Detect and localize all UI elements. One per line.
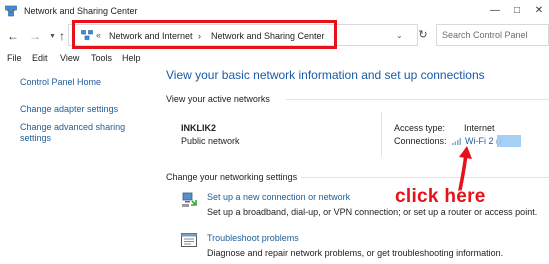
- refresh-icon[interactable]: ↻: [412, 24, 434, 46]
- up-arrow-icon[interactable]: ↑: [59, 29, 65, 43]
- annotation-click-here: click here: [395, 186, 486, 207]
- recent-locations-icon[interactable]: ▼: [49, 33, 56, 40]
- troubleshoot-problems-description: Diagnose and repair network problems, or…: [207, 248, 504, 258]
- section-label-change-settings: Change your networking settings: [166, 172, 298, 182]
- access-type-value: Internet: [464, 123, 495, 133]
- troubleshoot-problems-link[interactable]: Troubleshoot problems: [207, 233, 299, 243]
- menu-tools[interactable]: Tools: [91, 53, 112, 63]
- menu-view[interactable]: View: [60, 53, 79, 63]
- connections-label: Connections:: [394, 136, 447, 146]
- search-input[interactable]: [442, 26, 542, 44]
- setup-new-connection-description: Set up a broadband, dial-up, or VPN conn…: [207, 207, 538, 217]
- menu-file[interactable]: File: [7, 53, 22, 63]
- network-name: INKLIK2: [181, 123, 217, 133]
- highlight-frame: [72, 20, 337, 49]
- menu-bar: [0, 52, 549, 66]
- section-divider: [286, 99, 549, 100]
- close-button[interactable]: ✕: [528, 0, 549, 22]
- sidebar-item-change-adapter-settings[interactable]: Change adapter settings: [20, 104, 118, 115]
- sidebar-item-label-line1: Change advanced sharing: [20, 122, 126, 132]
- minimize-button[interactable]: —: [484, 0, 506, 22]
- maximize-button[interactable]: □: [506, 0, 528, 22]
- page-title: View your basic network information and …: [166, 68, 485, 82]
- section-label-active-networks: View your active networks: [166, 94, 270, 104]
- section-divider: [301, 177, 549, 178]
- network-center-icon: [5, 5, 17, 17]
- access-type-label: Access type:: [394, 123, 446, 133]
- new-connection-icon: [182, 192, 197, 207]
- network-type: Public network: [181, 136, 240, 146]
- sidebar: [0, 66, 155, 264]
- sidebar-item-control-panel-home[interactable]: Control Panel Home: [20, 77, 101, 88]
- window-title: Network and Sharing Center: [24, 6, 138, 16]
- sidebar-item-change-advanced-sharing-settings[interactable]: Change advanced sharing settings: [20, 122, 125, 144]
- sidebar-item-label-line2: settings: [20, 133, 52, 143]
- redacted-blur: [497, 135, 521, 147]
- back-arrow-icon[interactable]: ←: [7, 29, 19, 43]
- vertical-divider: [381, 112, 382, 157]
- menu-help[interactable]: Help: [122, 53, 141, 63]
- search-box[interactable]: [436, 24, 549, 46]
- forward-arrow-icon[interactable]: →: [29, 29, 41, 43]
- setup-new-connection-link[interactable]: Set up a new connection or network: [207, 192, 350, 202]
- troubleshoot-icon: [181, 233, 197, 247]
- address-dropdown-icon[interactable]: ⌄: [396, 31, 403, 40]
- menu-edit[interactable]: Edit: [32, 53, 48, 63]
